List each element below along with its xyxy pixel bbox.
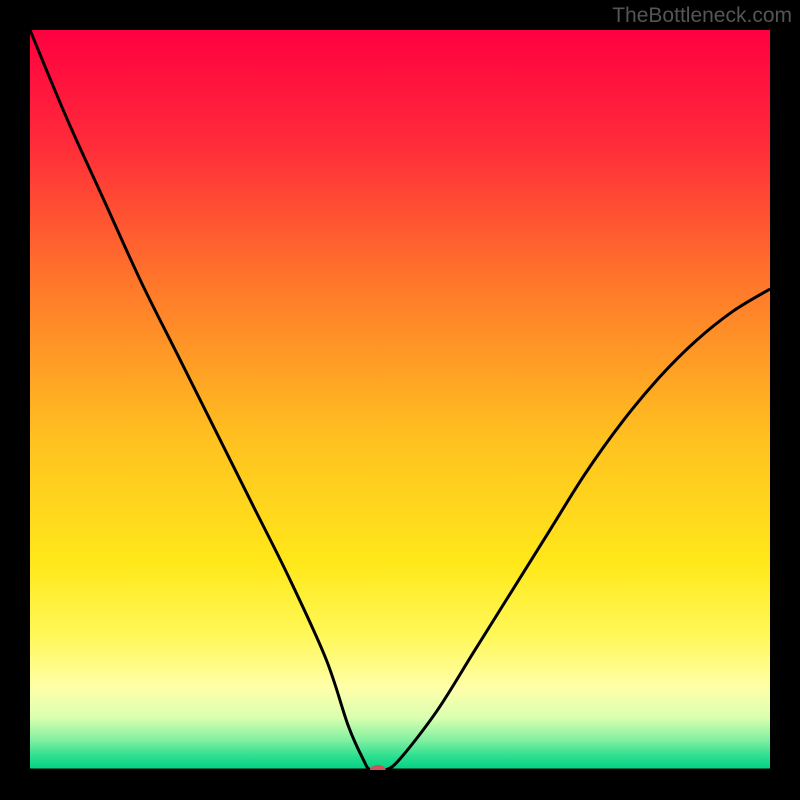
- watermark-text: TheBottleneck.com: [612, 4, 792, 28]
- gradient-background: [30, 30, 770, 770]
- chart-plot-area: [30, 30, 770, 770]
- chart-svg: [30, 30, 770, 770]
